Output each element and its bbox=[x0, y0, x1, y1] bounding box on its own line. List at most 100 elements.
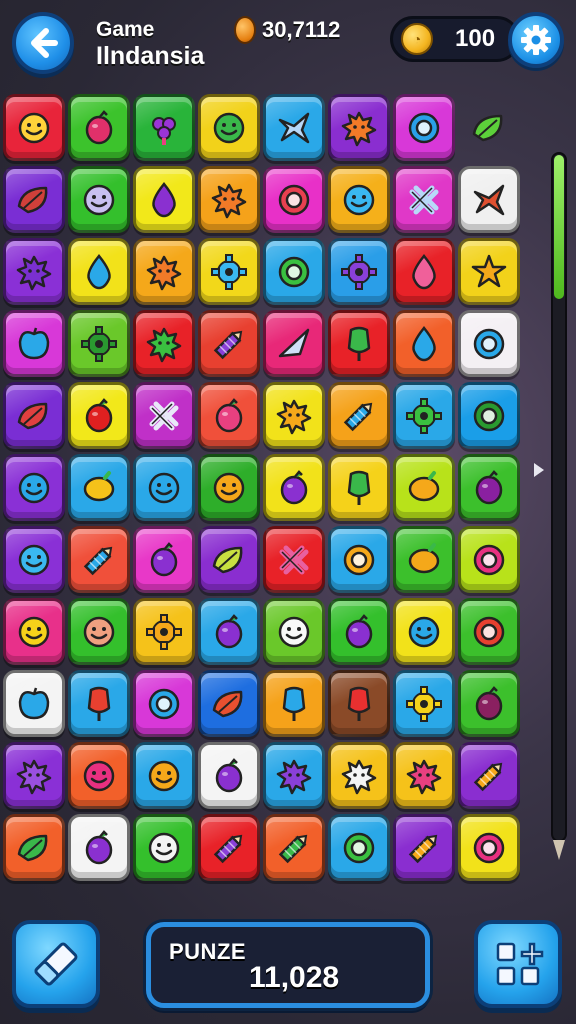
tile-r5-c4[interactable] bbox=[198, 382, 260, 449]
crayon-icon bbox=[343, 402, 373, 431]
tile-r1-c1[interactable] bbox=[3, 94, 65, 161]
tile-r1-c6[interactable] bbox=[328, 94, 390, 161]
tile-r9-c6[interactable] bbox=[328, 670, 390, 737]
tile-r7-c8[interactable] bbox=[458, 526, 520, 593]
tile-r7-c4[interactable] bbox=[198, 526, 260, 593]
shuffle-button[interactable] bbox=[474, 920, 562, 1008]
tile-r3-c1[interactable] bbox=[3, 238, 65, 305]
tile-r10-c4[interactable] bbox=[198, 742, 260, 809]
tile-r2-c4[interactable] bbox=[198, 166, 260, 233]
tile-r8-c6[interactable] bbox=[328, 598, 390, 665]
tile-r5-c7[interactable] bbox=[393, 382, 455, 449]
tile-r8-c8[interactable] bbox=[458, 598, 520, 665]
back-button[interactable] bbox=[12, 12, 74, 74]
tile-r10-c2[interactable] bbox=[68, 742, 130, 809]
tile-r9-c7[interactable] bbox=[393, 670, 455, 737]
tile-r6-c5[interactable] bbox=[263, 454, 325, 521]
tile-r1-c8[interactable] bbox=[458, 94, 520, 161]
tile-r11-c2[interactable] bbox=[68, 814, 130, 881]
tile-r5-c8[interactable] bbox=[458, 382, 520, 449]
tile-r6-c1[interactable] bbox=[3, 454, 65, 521]
tile-r11-c1[interactable] bbox=[3, 814, 65, 881]
tile-r8-c1[interactable] bbox=[3, 598, 65, 665]
tile-r11-c8[interactable] bbox=[458, 814, 520, 881]
tile-r2-c7[interactable] bbox=[393, 166, 455, 233]
tile-r4-c7[interactable] bbox=[393, 310, 455, 377]
eraser-button[interactable] bbox=[12, 920, 100, 1008]
tile-r4-c6[interactable] bbox=[328, 310, 390, 377]
tile-r7-c6[interactable] bbox=[328, 526, 390, 593]
settings-button[interactable] bbox=[508, 12, 564, 68]
tile-r9-c8[interactable] bbox=[458, 670, 520, 737]
tile-r7-c2[interactable] bbox=[68, 526, 130, 593]
tile-r2-c3[interactable] bbox=[133, 166, 195, 233]
tile-r7-c5[interactable] bbox=[263, 526, 325, 593]
tile-r5-c6[interactable] bbox=[328, 382, 390, 449]
tile-r9-c2[interactable] bbox=[68, 670, 130, 737]
tile-r4-c1[interactable] bbox=[3, 310, 65, 377]
tile-r4-c2[interactable] bbox=[68, 310, 130, 377]
tile-r3-c6[interactable] bbox=[328, 238, 390, 305]
tile-r11-c7[interactable] bbox=[393, 814, 455, 881]
tile-r4-c8[interactable] bbox=[458, 310, 520, 377]
tile-r4-c4[interactable] bbox=[198, 310, 260, 377]
tile-r8-c5[interactable] bbox=[263, 598, 325, 665]
tile-r1-c3[interactable] bbox=[133, 94, 195, 161]
title-line-1: Game bbox=[96, 18, 155, 41]
tile-r8-c7[interactable] bbox=[393, 598, 455, 665]
tile-r9-c1[interactable] bbox=[3, 670, 65, 737]
tile-r2-c6[interactable] bbox=[328, 166, 390, 233]
tile-r6-c3[interactable] bbox=[133, 454, 195, 521]
tile-r1-c7[interactable] bbox=[393, 94, 455, 161]
tile-r1-c5[interactable] bbox=[263, 94, 325, 161]
expand-arrow-icon[interactable] bbox=[534, 463, 544, 477]
tile-r6-c6[interactable] bbox=[328, 454, 390, 521]
tile-r3-c5[interactable] bbox=[263, 238, 325, 305]
tile-r9-c4[interactable] bbox=[198, 670, 260, 737]
tile-r10-c3[interactable] bbox=[133, 742, 195, 809]
tile-r5-c3[interactable] bbox=[133, 382, 195, 449]
tile-r5-c5[interactable] bbox=[263, 382, 325, 449]
tile-r11-c6[interactable] bbox=[328, 814, 390, 881]
tile-r2-c2[interactable] bbox=[68, 166, 130, 233]
tile-r7-c7[interactable] bbox=[393, 526, 455, 593]
tile-r7-c3[interactable] bbox=[133, 526, 195, 593]
tile-r3-c3[interactable] bbox=[133, 238, 195, 305]
tile-r11-c4[interactable] bbox=[198, 814, 260, 881]
tile-r3-c8[interactable] bbox=[458, 238, 520, 305]
tile-r9-c5[interactable] bbox=[263, 670, 325, 737]
tile-r10-c5[interactable] bbox=[263, 742, 325, 809]
tile-r10-c8[interactable] bbox=[458, 742, 520, 809]
tile-r10-c6[interactable] bbox=[328, 742, 390, 809]
ring-icon bbox=[473, 544, 505, 575]
tile-r3-c7[interactable] bbox=[393, 238, 455, 305]
tile-r11-c3[interactable] bbox=[133, 814, 195, 881]
tile-r2-c8[interactable] bbox=[458, 166, 520, 233]
tile-r6-c4[interactable] bbox=[198, 454, 260, 521]
tile-r8-c3[interactable] bbox=[133, 598, 195, 665]
smiley-icon bbox=[278, 616, 310, 647]
tile-r1-c2[interactable] bbox=[68, 94, 130, 161]
tile-r8-c2[interactable] bbox=[68, 598, 130, 665]
tile-r6-c8[interactable] bbox=[458, 454, 520, 521]
tile-r4-c3[interactable] bbox=[133, 310, 195, 377]
tile-r9-c3[interactable] bbox=[133, 670, 195, 737]
tile-r11-c5[interactable] bbox=[263, 814, 325, 881]
splat-icon bbox=[16, 759, 52, 794]
tile-r6-c2[interactable] bbox=[68, 454, 130, 521]
tile-r2-c5[interactable] bbox=[263, 166, 325, 233]
tile-r7-c1[interactable] bbox=[3, 526, 65, 593]
tile-r10-c7[interactable] bbox=[393, 742, 455, 809]
splat-icon bbox=[211, 183, 247, 218]
pencil-tip-icon bbox=[553, 840, 565, 860]
tile-r3-c2[interactable] bbox=[68, 238, 130, 305]
tile-r8-c4[interactable] bbox=[198, 598, 260, 665]
tile-r4-c5[interactable] bbox=[263, 310, 325, 377]
tile-r3-c4[interactable] bbox=[198, 238, 260, 305]
tile-r5-c2[interactable] bbox=[68, 382, 130, 449]
tile-r6-c7[interactable] bbox=[393, 454, 455, 521]
tile-r5-c1[interactable] bbox=[3, 382, 65, 449]
tile-r1-c4[interactable] bbox=[198, 94, 260, 161]
tile-r2-c1[interactable] bbox=[3, 166, 65, 233]
tile-r10-c1[interactable] bbox=[3, 742, 65, 809]
